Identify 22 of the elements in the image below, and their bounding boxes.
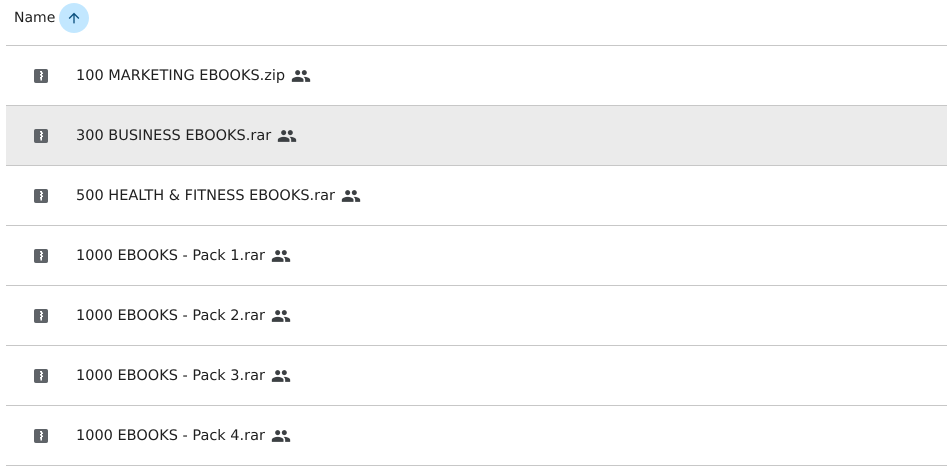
file-row[interactable]: 1000 EBOOKS - Pack 4.rar (6, 406, 947, 466)
file-row[interactable]: 1000 EBOOKS - Pack 2.rar (6, 286, 947, 346)
sort-button[interactable] (59, 2, 90, 32)
zip-file-icon (34, 68, 48, 82)
zip-file-icon (34, 128, 48, 142)
file-row[interactable]: 1000 EBOOKS - Pack 3.rar (6, 346, 947, 406)
file-name: 500 HEALTH & FITNESS EBOOKS.rar (76, 188, 335, 204)
file-row[interactable]: 500 HEALTH & FITNESS EBOOKS.rar (6, 166, 947, 226)
column-header[interactable]: Name (14, 10, 56, 26)
file-row[interactable]: 300 BUSINESS EBOOKS.rar (6, 106, 947, 166)
file-name: 1000 EBOOKS - Pack 3.rar (76, 368, 265, 384)
zip-file-icon (34, 248, 48, 262)
file-name: 300 BUSINESS EBOOKS.rar (76, 128, 272, 144)
file-name: 1000 EBOOKS - Pack 1.rar (76, 248, 265, 264)
zip-file-icon (34, 368, 48, 382)
file-name: 1000 EBOOKS - Pack 4.rar (76, 428, 265, 444)
file-row[interactable]: 1000 EBOOKS - Pack 1.rar (6, 226, 947, 286)
file-name: 1000 EBOOKS - Pack 2.rar (76, 308, 265, 324)
zip-file-icon (34, 428, 48, 442)
zip-file-icon (34, 308, 48, 322)
file-name: 100 MARKETING EBOOKS.zip (76, 68, 286, 84)
zip-file-icon (34, 188, 48, 202)
